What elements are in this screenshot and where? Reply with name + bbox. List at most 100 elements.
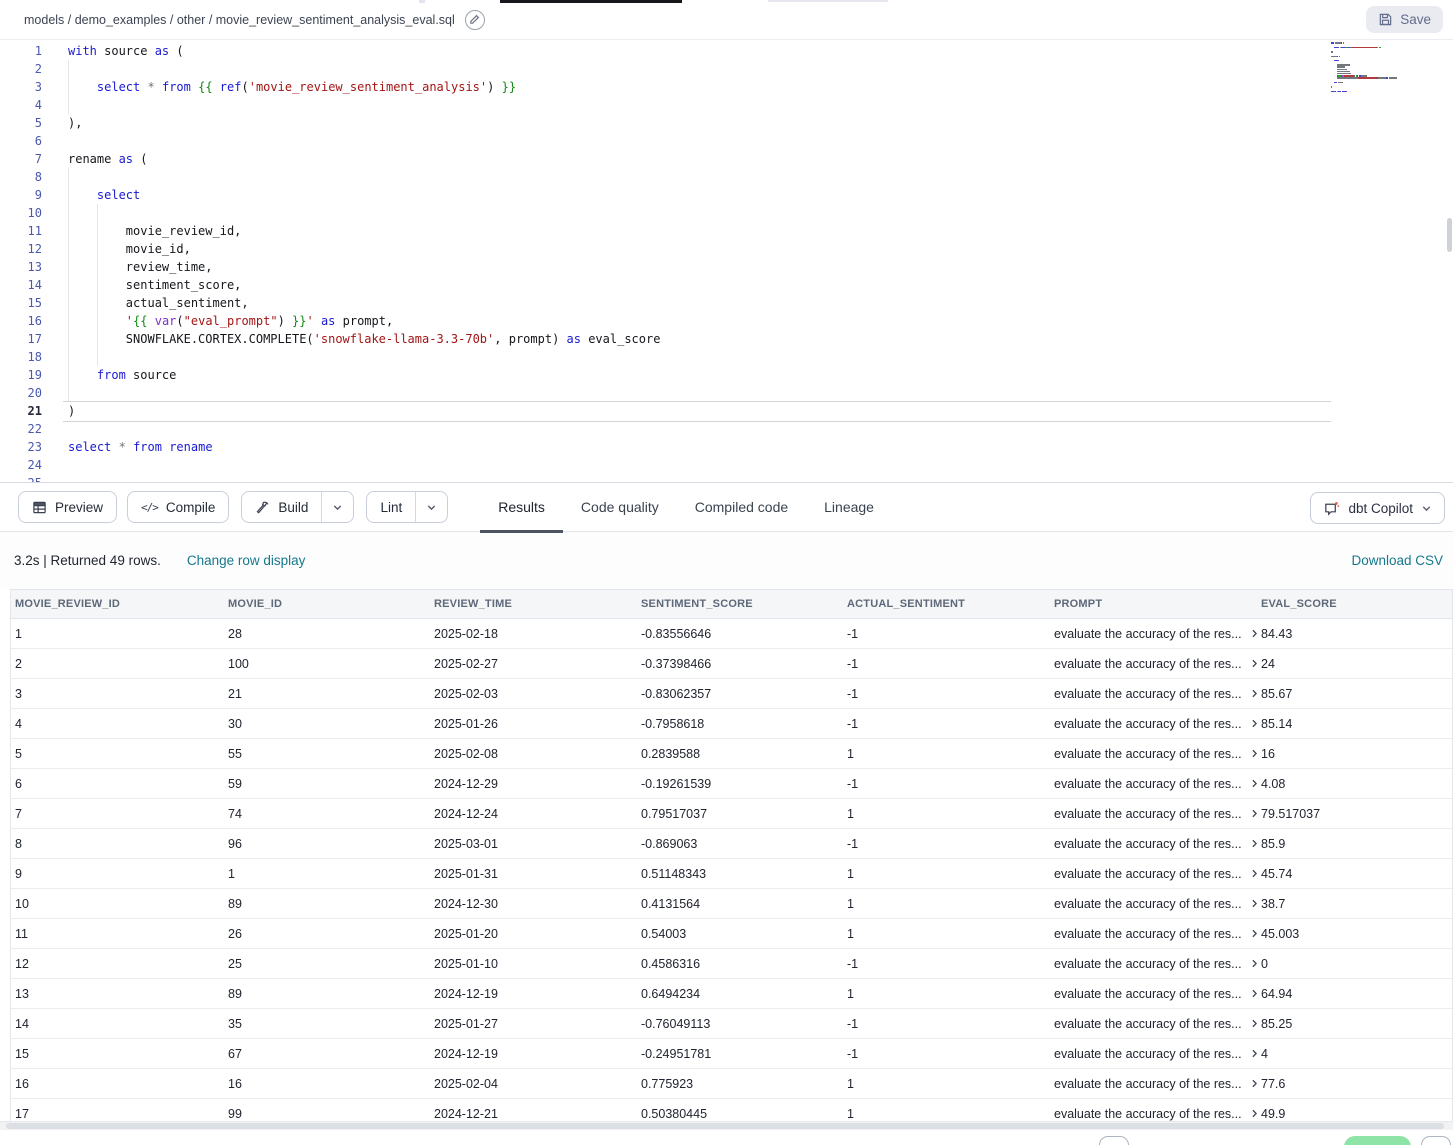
table-cell: 74 [224, 807, 430, 821]
code-line[interactable]: 18 [0, 348, 660, 366]
code-line[interactable]: 15 actual_sentiment, [0, 294, 660, 312]
expand-prompt-chevron-icon[interactable] [1248, 987, 1257, 1000]
table-row: 10892024-12-300.41315641evaluate the acc… [11, 889, 1452, 919]
expand-prompt-chevron-icon[interactable] [1248, 1047, 1257, 1060]
bottom-partial-green-button[interactable] [1344, 1136, 1411, 1145]
line-number: 24 [0, 456, 42, 474]
tab-lineage[interactable]: Lineage [806, 482, 892, 532]
code-line[interactable]: 23select * from rename [0, 438, 660, 456]
table-cell: 0.2839588 [637, 747, 843, 761]
code-line[interactable]: 24 [0, 456, 660, 474]
chat-sparkle-icon [1323, 500, 1340, 517]
code-line[interactable]: 2 [0, 60, 660, 78]
code-line[interactable]: 21) [0, 402, 660, 420]
table-cell: 8 [11, 837, 224, 851]
expand-prompt-chevron-icon[interactable] [1248, 897, 1257, 910]
expand-prompt-chevron-icon[interactable] [1248, 927, 1257, 940]
line-number: 2 [0, 60, 42, 78]
change-row-display-link[interactable]: Change row display [187, 553, 306, 568]
table-cell: 11 [11, 927, 224, 941]
horizontal-scrollbar-thumb[interactable] [6, 1123, 1444, 1129]
expand-prompt-chevron-icon[interactable] [1248, 777, 1257, 790]
expand-prompt-chevron-icon[interactable] [1248, 1077, 1257, 1090]
lint-menu-button[interactable] [415, 492, 447, 522]
code-line[interactable]: 4 [0, 96, 660, 114]
chevron-down-icon [1421, 503, 1432, 514]
bottom-partial-button-left[interactable] [1099, 1136, 1129, 1145]
expand-prompt-chevron-icon[interactable] [1248, 657, 1257, 670]
expand-prompt-chevron-icon[interactable] [1248, 747, 1257, 760]
table-cell: evaluate the accuracy of the res... [1050, 747, 1257, 761]
table-cell: 85.67 [1257, 687, 1452, 701]
table-cell: 21 [224, 687, 430, 701]
expand-prompt-chevron-icon[interactable] [1248, 687, 1257, 700]
dbt-ide-window: models / demo_examples / other / movie_r… [0, 0, 1453, 1145]
expand-prompt-chevron-icon[interactable] [1248, 1107, 1257, 1120]
expand-prompt-chevron-icon[interactable] [1248, 867, 1257, 880]
code-line[interactable]: 7rename as ( [0, 150, 660, 168]
code-line[interactable]: 6 [0, 132, 660, 150]
tab-code-quality[interactable]: Code quality [563, 482, 677, 532]
code-line[interactable]: 22 [0, 420, 660, 438]
column-header: MOVIE_ID [224, 598, 430, 610]
code-line[interactable]: 17 SNOWFLAKE.CORTEX.COMPLETE('snowflake-… [0, 330, 660, 348]
file-header: models / demo_examples / other / movie_r… [0, 0, 1453, 40]
expand-prompt-chevron-icon[interactable] [1248, 957, 1257, 970]
code-line[interactable]: 12 movie_id, [0, 240, 660, 258]
minimap[interactable] [1331, 42, 1445, 102]
preview-button[interactable]: Preview [18, 491, 117, 523]
editor-scrollbar-thumb[interactable] [1447, 218, 1452, 252]
expand-prompt-chevron-icon[interactable] [1248, 627, 1257, 640]
column-header: ACTUAL_SENTIMENT [843, 598, 1050, 610]
compile-button[interactable]: </> Compile [127, 491, 229, 523]
tab-compiled-code[interactable]: Compiled code [677, 482, 806, 532]
edit-mode-icon[interactable] [465, 10, 485, 30]
code-line[interactable]: 13 review_time, [0, 258, 660, 276]
save-button[interactable]: Save [1366, 6, 1443, 33]
code-line[interactable]: 25 [0, 474, 660, 482]
line-number: 10 [0, 204, 42, 222]
download-csv-link[interactable]: Download CSV [1351, 553, 1443, 568]
code-line[interactable]: 8 [0, 168, 660, 186]
table-cell: -1 [843, 837, 1050, 851]
code-line[interactable]: 10 [0, 204, 660, 222]
code-line[interactable]: 5), [0, 114, 660, 132]
build-button[interactable]: Build [242, 492, 321, 522]
table-row: 15672024-12-19-0.24951781-1evaluate the … [11, 1039, 1452, 1069]
table-cell: evaluate the accuracy of the res... [1050, 897, 1257, 911]
table-cell: 2025-01-26 [430, 717, 637, 731]
table-cell: 85.9 [1257, 837, 1452, 851]
table-cell: evaluate the accuracy of the res... [1050, 957, 1257, 971]
save-icon [1378, 12, 1393, 27]
lint-button[interactable]: Lint [367, 492, 415, 522]
code-line[interactable]: 9 select [0, 186, 660, 204]
result-tabs: ResultsCode qualityCompiled codeLineage [480, 482, 892, 532]
line-number: 1 [0, 42, 42, 60]
code-line[interactable]: 19 from source [0, 366, 660, 384]
code-line[interactable]: 3 select * from {{ ref('movie_review_sen… [0, 78, 660, 96]
expand-prompt-chevron-icon[interactable] [1248, 807, 1257, 820]
bottom-partial-button-right[interactable] [1421, 1136, 1451, 1145]
table-horizontal-scrollbar[interactable] [0, 1121, 1453, 1130]
dbt-copilot-button[interactable]: dbt Copilot [1310, 492, 1445, 524]
table-cell: -1 [843, 627, 1050, 641]
build-menu-button[interactable] [321, 492, 353, 522]
code-line[interactable]: 16 '{{ var("eval_prompt") }}' as prompt, [0, 312, 660, 330]
code-line[interactable]: 20 [0, 384, 660, 402]
code-line[interactable]: 14 sentiment_score, [0, 276, 660, 294]
table-cell: 0 [1257, 957, 1452, 971]
code-editor[interactable]: 1with source as (23 select * from {{ ref… [0, 40, 1453, 482]
table-row: 11262025-01-200.540031evaluate the accur… [11, 919, 1452, 949]
table-cell: 1 [11, 627, 224, 641]
table-cell: 2024-12-24 [430, 807, 637, 821]
expand-prompt-chevron-icon[interactable] [1248, 837, 1257, 850]
table-cell: evaluate the accuracy of the res... [1050, 777, 1257, 791]
code-line[interactable]: 11 movie_review_id, [0, 222, 660, 240]
line-number: 16 [0, 312, 42, 330]
code-line[interactable]: 1with source as ( [0, 42, 660, 60]
expand-prompt-chevron-icon[interactable] [1248, 1017, 1257, 1030]
tab-results[interactable]: Results [480, 482, 563, 532]
table-cell: 79.517037 [1257, 807, 1452, 821]
expand-prompt-chevron-icon[interactable] [1248, 717, 1257, 730]
line-number: 15 [0, 294, 42, 312]
